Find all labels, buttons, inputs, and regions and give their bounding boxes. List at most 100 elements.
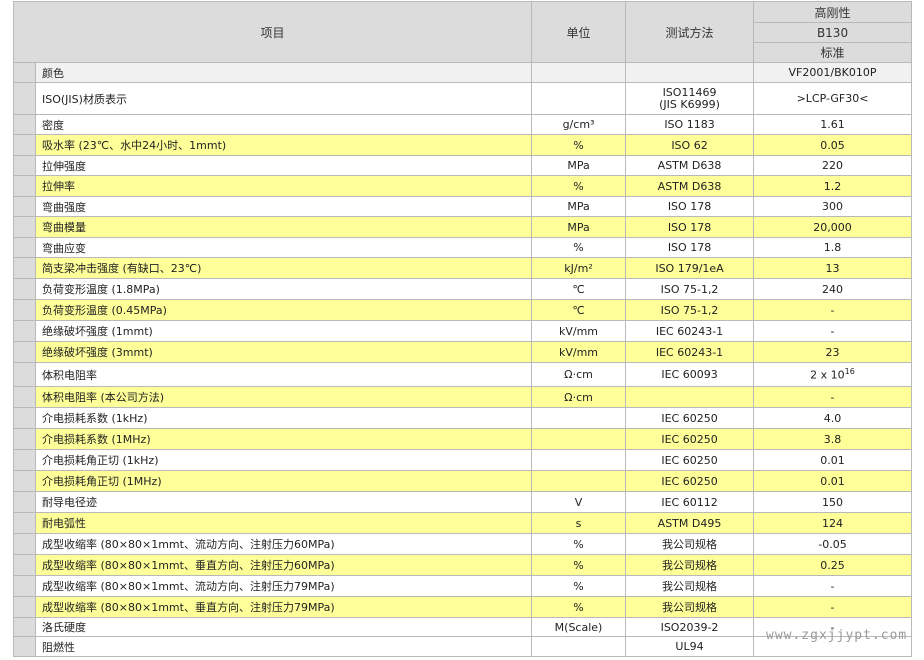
table-row: 弯曲应变% ISO 178 1.8 [13, 237, 913, 258]
table-row: 密度 g/cm³ ISO 1183 1.61 [13, 114, 913, 135]
property-name: 弯曲模量 [34, 216, 533, 238]
properties-table: 项目 单位 测试方法 高刚性 B130 标准 颜色 VF2001/BK010P IS… [12, 1, 913, 657]
row-marker [13, 175, 36, 197]
table-row: 介电损耗系数 (1kHz) IEC 60250 4.0 [13, 407, 913, 429]
row-marker [13, 216, 36, 238]
property-value: 20,000 [753, 216, 913, 238]
property-value: 2 x 1016 [753, 362, 913, 387]
test-method: ISO 75-1,2 [625, 278, 755, 300]
value-exponent: 16 [844, 367, 855, 377]
property-name: 成型收缩率 (80×80×1mmt、垂直方向、注射压力79MPa) [34, 596, 533, 618]
property-unit [531, 449, 627, 471]
property-unit [531, 82, 627, 115]
row-marker [13, 237, 36, 258]
row-marker [13, 299, 36, 321]
property-name: 阻燃性 [34, 636, 533, 657]
test-method: ASTM D638 [625, 155, 755, 176]
property-value: 1.2 [753, 175, 913, 197]
property-unit: MPa [531, 196, 627, 217]
property-name: 负荷变形温度 (0.45MPa) [34, 299, 533, 321]
property-unit: kJ/m² [531, 257, 627, 279]
row-marker [13, 554, 36, 576]
value-base: 2 x 10 [810, 368, 845, 382]
property-unit [531, 636, 627, 657]
row-marker [13, 320, 36, 342]
property-value: 0.01 [753, 449, 913, 471]
table-row: 耐导电径迹 V IEC 60112 150 [13, 491, 913, 513]
table-row: 绝缘破坏强度 (1mmt) kV/mm IEC 60243-1- [13, 320, 913, 342]
property-value: - [753, 596, 913, 618]
property-value: 0.05 [753, 134, 913, 156]
row-marker [13, 407, 36, 429]
table-row: 介电损耗角正切 (1MHz) IEC 60250 0.01 [13, 470, 913, 492]
table-row: 成型收缩率 (80×80×1mmt、流动方向、注射压力60MPa)% 我公司规格 -… [13, 533, 913, 555]
property-name: 绝缘破坏强度 (1mmt) [34, 320, 533, 342]
property-value: - [753, 320, 913, 342]
property-unit: kV/mm [531, 320, 627, 342]
header-grade: 高刚性 [753, 1, 913, 23]
property-value: - [753, 575, 913, 597]
table-row: ISO(JIS)材质表示 ISO11469 (JIS K6999) >LCP-GF30… [13, 82, 913, 115]
table-row: 介电损耗角正切 (1kHz) IEC 60250 0.01 [13, 449, 913, 471]
row-marker [13, 82, 36, 115]
property-name: 耐电弧性 [34, 512, 533, 534]
property-unit: MPa [531, 155, 627, 176]
property-unit: % [531, 175, 627, 197]
test-method: ISO 75-1,2 [625, 299, 755, 321]
test-method-line-2: (JIS K6999) [659, 97, 720, 111]
property-value: 3.8 [753, 428, 913, 450]
header-row-1: 项目 单位 测试方法 高刚性 [12, 1, 913, 63]
property-value: - [753, 386, 913, 408]
property-unit: s [531, 512, 627, 534]
test-method: ISO11469 (JIS K6999) [625, 82, 755, 115]
table-row: 成型收缩率 (80×80×1mmt、流动方向、注射压力79MPa)% 我公司规格 - [13, 575, 913, 597]
row-marker [13, 596, 36, 618]
property-value: 1.8 [753, 237, 913, 258]
row-marker [13, 470, 36, 492]
property-value: 4.0 [753, 407, 913, 429]
table-row: 耐电弧性 s ASTM D495 124 [13, 512, 913, 534]
property-unit: V [531, 491, 627, 513]
property-unit: kV/mm [531, 341, 627, 363]
test-method: IEC 60243-1 [625, 320, 755, 342]
header-item: 项目 [12, 1, 533, 63]
property-value: - [753, 299, 913, 321]
property-name: 体积电阻率 [34, 362, 533, 387]
test-method: IEC 60250 [625, 470, 755, 492]
property-value: 0.25 [753, 554, 913, 576]
property-unit: ℃ [531, 299, 627, 321]
row-marker [13, 341, 36, 363]
table-row: 体积电阻率 (本公司方法) Ω·cm - [13, 386, 913, 408]
test-method: IEC 60093 [625, 362, 755, 387]
property-unit [531, 428, 627, 450]
property-name: 体积电阻率 (本公司方法) [34, 386, 533, 408]
property-value: >LCP-GF30< [753, 82, 913, 115]
property-value: 150 [753, 491, 913, 513]
row-marker [13, 617, 36, 637]
property-unit: % [531, 533, 627, 555]
property-value: 1.61 [753, 114, 913, 135]
property-name: 颜色 [34, 62, 533, 83]
property-value: 220 [753, 155, 913, 176]
test-method: ISO 178 [625, 196, 755, 217]
row-marker [13, 114, 36, 135]
property-value: 13 [753, 257, 913, 279]
property-name: 弯曲强度 [34, 196, 533, 217]
property-unit [531, 470, 627, 492]
test-method: ASTM D638 [625, 175, 755, 197]
property-value: 23 [753, 341, 913, 363]
table-row: 介电损耗系数 (1MHz) IEC 60250 3.8 [13, 428, 913, 450]
table-row: 负荷变形温度 (0.45MPa) ℃ ISO 75-1,2- [13, 299, 913, 321]
property-unit: % [531, 237, 627, 258]
property-unit: g/cm³ [531, 114, 627, 135]
property-name: 绝缘破坏强度 (3mmt) [34, 341, 533, 363]
test-method: ISO2039-2 [625, 617, 755, 637]
row-marker [13, 575, 36, 597]
row-marker [13, 155, 36, 176]
test-method: ISO 178 [625, 237, 755, 258]
property-name: 介电损耗角正切 (1MHz) [34, 470, 533, 492]
property-unit: MPa [531, 216, 627, 238]
property-name: 密度 [34, 114, 533, 135]
row-marker [13, 362, 36, 387]
property-unit: Ω·cm [531, 362, 627, 387]
